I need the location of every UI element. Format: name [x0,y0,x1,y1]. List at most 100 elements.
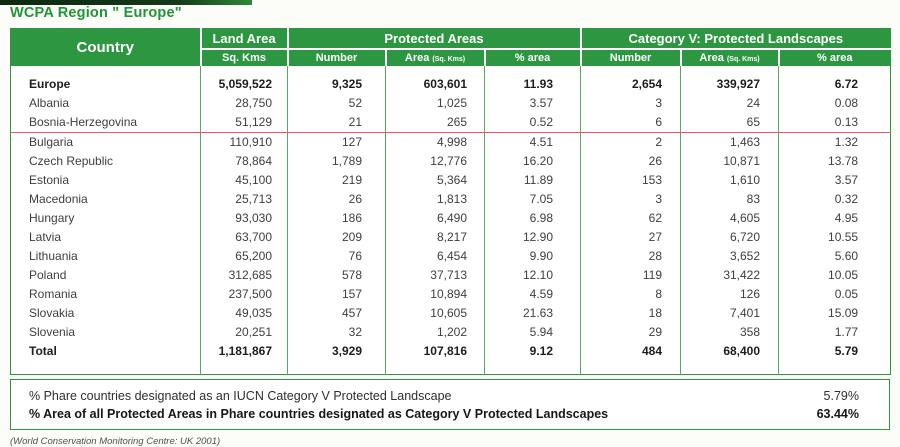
cell-land-area: 5,059,522 [201,66,288,94]
cell-cv-area: 83 [681,190,779,209]
cell-cv-number: 8 [581,285,681,304]
cell-cv-pct-area: 0.05 [779,285,891,304]
cell-land-area: 51,129 [201,113,288,133]
cell-cv-pct-area: 0.13 [779,113,891,133]
cell-cv-pct-area: 13.78 [779,152,891,171]
cell-cv-pct-area: 4.95 [779,209,891,228]
cell-pa-number: 52 [288,94,386,113]
cell-land-area: 63,700 [201,228,288,247]
cell-land-area: 93,030 [201,209,288,228]
cell-cv-number: 62 [581,209,681,228]
table-row: Slovenia 20,251 32 1,202 5.94 29 358 1.7… [11,323,891,342]
col-header-category-v: Category V: Protected Landscapes [581,29,891,50]
subheader-cv-area-label: Area [699,52,723,64]
cell-pa-pct-area: 11.93 [485,66,581,94]
cell-cv-area: 358 [681,323,779,342]
cell-cv-number: 29 [581,323,681,342]
summary-value: 5.79% [719,387,889,405]
summary-label: % Phare countries designated as an IUCN … [11,387,719,405]
summary-label: % Area of all Protected Areas in Phare c… [11,405,719,423]
cell-pa-area: 5,364 [386,171,485,190]
cell-land-area: 25,713 [201,190,288,209]
cell-land-area: 237,500 [201,285,288,304]
subheader-pa-area: Area (Sq. Kms) [386,49,485,66]
cell-country: Hungary [11,209,201,228]
cell-country: Total [11,342,201,375]
table-row: Bulgaria 110,910 127 4,998 4.51 2 1,463 … [11,133,891,153]
cell-country: Europe [11,66,201,94]
cell-land-area: 78,864 [201,152,288,171]
summary-row-phare-countries: % Phare countries designated as an IUCN … [11,387,889,405]
table-header: Country Land Area Protected Areas Catego… [11,29,891,67]
cell-cv-area: 7,401 [681,304,779,323]
cell-cv-area: 126 [681,285,779,304]
cell-land-area: 49,035 [201,304,288,323]
cell-cv-area: 65 [681,113,779,133]
cell-cv-pct-area: 10.05 [779,266,891,285]
col-header-country: Country [11,29,201,67]
cell-pa-area: 1,813 [386,190,485,209]
cell-pa-number: 209 [288,228,386,247]
cell-pa-area: 1,025 [386,94,485,113]
cell-cv-area: 339,927 [681,66,779,94]
cell-land-area: 20,251 [201,323,288,342]
cell-pa-area: 6,490 [386,209,485,228]
cell-pa-area: 8,217 [386,228,485,247]
cell-cv-pct-area: 0.32 [779,190,891,209]
table-row: Romania 237,500 157 10,894 4.59 8 126 0.… [11,285,891,304]
cell-cv-pct-area: 10.55 [779,228,891,247]
cell-cv-area: 10,871 [681,152,779,171]
table-row: Total 1,181,867 3,929 107,816 9.12 484 6… [11,342,891,375]
cell-cv-pct-area: 6.72 [779,66,891,94]
cell-cv-area: 68,400 [681,342,779,375]
cell-land-area: 65,200 [201,247,288,266]
table-row: Poland 312,685 578 37,713 12.10 119 31,4… [11,266,891,285]
cell-pa-number: 32 [288,323,386,342]
cell-cv-pct-area: 3.57 [779,171,891,190]
cell-land-area: 312,685 [201,266,288,285]
cell-cv-area: 24 [681,94,779,113]
cell-pa-number: 457 [288,304,386,323]
cell-pa-area: 4,998 [386,133,485,153]
subheader-pa-number: Number [288,49,386,66]
cell-cv-number: 3 [581,94,681,113]
table-row: Latvia 63,700 209 8,217 12.90 27 6,720 1… [11,228,891,247]
document-page: WCPA Region " Europe" Country Land Area … [0,0,900,447]
page-title: WCPA Region " Europe" [10,5,182,21]
cell-pa-area: 10,894 [386,285,485,304]
cell-country: Poland [11,266,201,285]
table-row: Bosnia-Herzegovina 51,129 21 265 0.52 6 … [11,113,891,133]
table-row: Estonia 45,100 219 5,364 11.89 153 1,610… [11,171,891,190]
cell-cv-number: 18 [581,304,681,323]
cell-cv-area: 1,610 [681,171,779,190]
col-header-protected-areas: Protected Areas [288,29,581,50]
cell-pa-pct-area: 9.12 [485,342,581,375]
cell-pa-number: 1,789 [288,152,386,171]
cell-pa-pct-area: 12.10 [485,266,581,285]
cell-cv-pct-area: 15.09 [779,304,891,323]
cell-pa-pct-area: 3.57 [485,94,581,113]
cell-cv-pct-area: 1.77 [779,323,891,342]
cell-pa-pct-area: 7.05 [485,190,581,209]
cell-cv-area: 4,605 [681,209,779,228]
summary-row-protected-areas: % Area of all Protected Areas in Phare c… [11,405,889,423]
cell-pa-area: 1,202 [386,323,485,342]
cell-cv-number: 153 [581,171,681,190]
cell-cv-area: 3,652 [681,247,779,266]
table-row: Albania 28,750 52 1,025 3.57 3 24 0.08 [11,94,891,113]
subheader-cv-pct: % area [779,49,891,66]
cell-pa-pct-area: 5.94 [485,323,581,342]
table-row: Macedonia 25,713 26 1,813 7.05 3 83 0.32 [11,190,891,209]
cell-pa-number: 76 [288,247,386,266]
cell-pa-area: 6,454 [386,247,485,266]
subheader-cv-area: Area (Sq. Kms) [681,49,779,66]
cell-country: Albania [11,94,201,113]
cell-pa-area: 10,605 [386,304,485,323]
cell-land-area: 45,100 [201,171,288,190]
table-row: Hungary 93,030 186 6,490 6.98 62 4,605 4… [11,209,891,228]
cell-cv-number: 119 [581,266,681,285]
cell-cv-number: 484 [581,342,681,375]
cell-country: Latvia [11,228,201,247]
cell-pa-pct-area: 4.51 [485,133,581,153]
cell-cv-number: 28 [581,247,681,266]
